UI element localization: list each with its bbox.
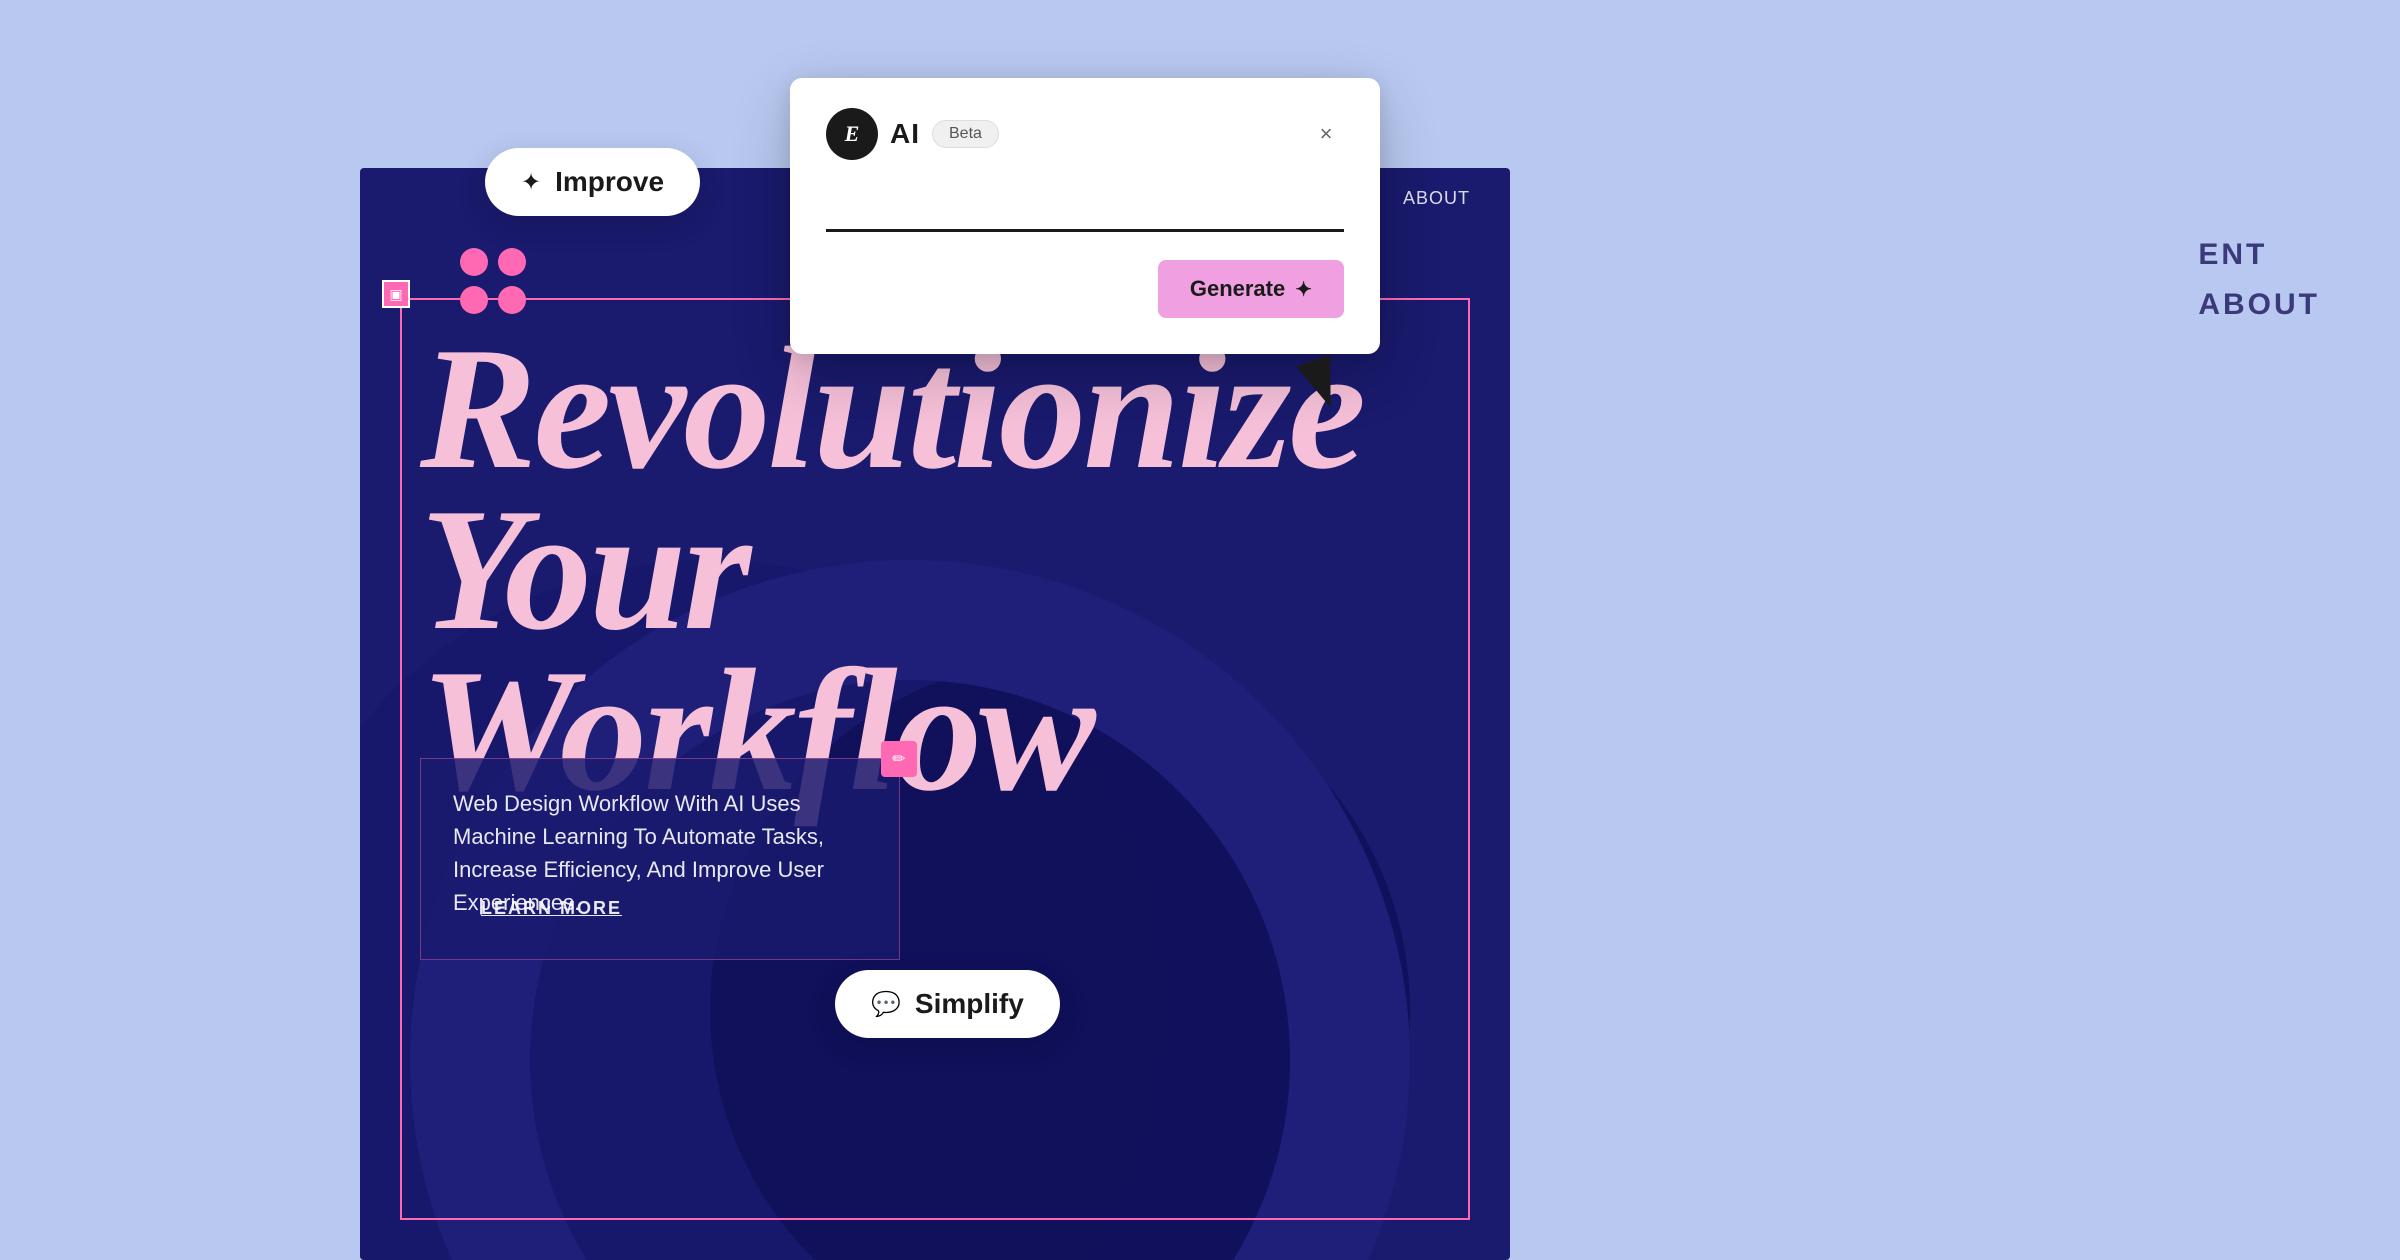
generate-button[interactable]: Generate ✦ xyxy=(1158,260,1344,318)
ai-logo-circle: E xyxy=(826,108,878,160)
ai-actions: Generate ✦ xyxy=(826,260,1344,318)
grid-dot-2 xyxy=(498,248,526,276)
selection-icon: ▣ xyxy=(382,280,410,308)
chat-icon: 💬 xyxy=(871,990,901,1019)
headline-text: Revolutionize Your Workflow xyxy=(420,328,1450,811)
simplify-bubble[interactable]: 💬 Simplify xyxy=(835,970,1060,1038)
improve-label: Improve xyxy=(555,166,664,198)
description-box: ✏ Web Design Workflow With AI Uses Machi… xyxy=(420,758,900,960)
learn-more-link[interactable]: LEARN MORE xyxy=(481,898,622,919)
generate-sparkle-icon: ✦ xyxy=(1295,277,1312,302)
elementor-logo-icon: E xyxy=(845,121,860,147)
close-button[interactable]: × xyxy=(1308,116,1344,152)
improve-sparkle-icon: ✦ xyxy=(521,168,541,197)
right-nav-about[interactable]: ABOUT xyxy=(2198,280,2320,330)
grid-dot-1 xyxy=(460,248,488,276)
ai-label: AI xyxy=(890,118,920,150)
ai-prompt-input[interactable] xyxy=(826,184,1344,232)
ai-dialog: E AI Beta × Generate ✦ xyxy=(790,78,1380,354)
beta-badge: Beta xyxy=(932,120,999,148)
improve-bubble[interactable]: ✦ Improve xyxy=(485,148,700,216)
simplify-label: Simplify xyxy=(915,988,1024,1020)
generate-label: Generate xyxy=(1190,276,1285,302)
edit-icon[interactable]: ✏ xyxy=(881,741,917,777)
headline: Revolutionize Your Workflow xyxy=(420,328,1450,811)
nav-item-about[interactable]: ABOUT xyxy=(1403,188,1470,209)
right-nav: ENT ABOUT xyxy=(2198,230,2320,330)
ai-logo-group: E AI Beta xyxy=(826,108,999,160)
ai-dialog-header: E AI Beta × xyxy=(826,108,1344,160)
ai-input-area xyxy=(826,184,1344,232)
right-nav-ent[interactable]: ENT xyxy=(2198,230,2320,280)
